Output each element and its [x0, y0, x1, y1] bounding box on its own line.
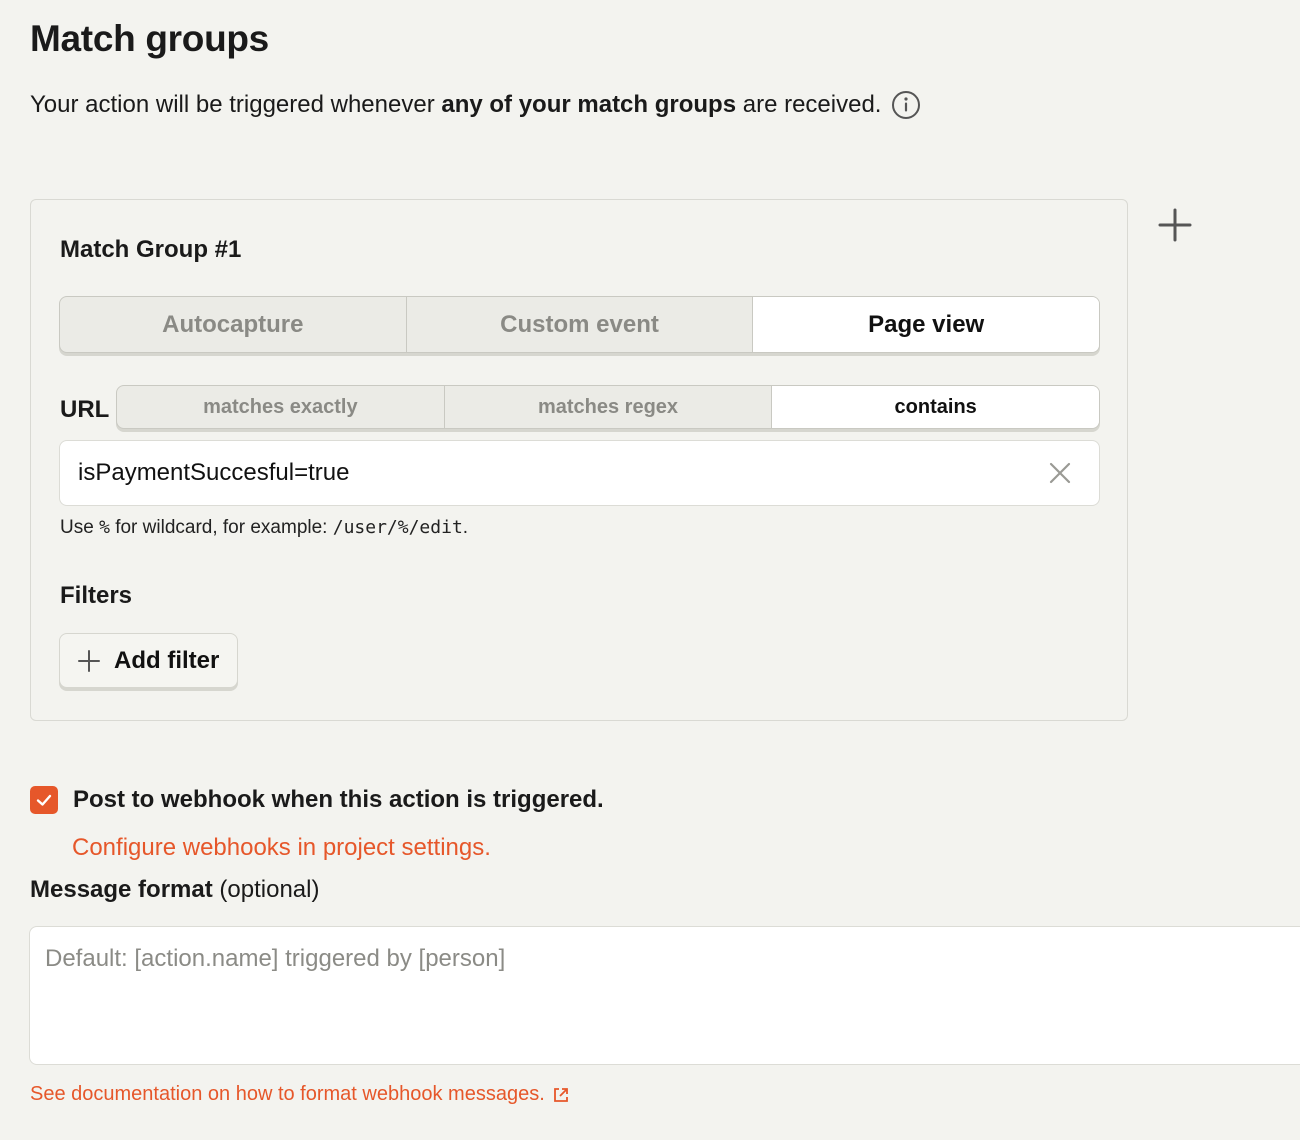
- event-type-custom-event[interactable]: Custom event: [407, 297, 754, 352]
- page-title: Match groups: [30, 18, 269, 59]
- webhook-checkbox[interactable]: [30, 786, 58, 814]
- info-icon[interactable]: [891, 90, 921, 120]
- filters-label: Filters: [60, 582, 133, 609]
- event-type-selector: Autocapture Custom event Page view: [59, 296, 1100, 353]
- hint-example: /user/%/edit: [332, 517, 463, 538]
- url-match-regex[interactable]: matches regex: [445, 386, 773, 428]
- url-match-contains[interactable]: contains: [772, 386, 1099, 428]
- plus-icon: [78, 649, 100, 672]
- check-icon: [36, 794, 52, 806]
- url-match-exactly[interactable]: matches exactly: [117, 386, 445, 428]
- match-group-title: Match Group #1: [60, 236, 242, 263]
- page: Match groups Your action will be trigger…: [0, 0, 1300, 1140]
- hint-mid: for wildcard, for example:: [109, 517, 333, 538]
- match-group-card: Match Group #1 Autocapture Custom event …: [30, 199, 1128, 721]
- url-match-type-selector: matches exactly matches regex contains: [116, 385, 1100, 429]
- webhook-docs-link[interactable]: See documentation on how to format webho…: [30, 1083, 570, 1106]
- event-type-page-view[interactable]: Page view: [753, 297, 1099, 352]
- message-format-label: Message format (optional): [30, 876, 319, 904]
- hint-pre: Use: [60, 517, 100, 538]
- message-format-title: Message format: [30, 876, 213, 903]
- add-filter-label: Add filter: [114, 646, 220, 674]
- message-format-textarea[interactable]: Default: [action.name] triggered by [per…: [29, 926, 1300, 1065]
- message-format-optional: (optional): [212, 876, 320, 903]
- close-icon[interactable]: [1047, 460, 1073, 486]
- webhook-checkbox-label[interactable]: Post to webhook when this action is trig…: [73, 786, 604, 814]
- url-input-value[interactable]: isPaymentSuccesful=true: [78, 459, 1047, 487]
- hint-wildcard: %: [99, 517, 110, 538]
- configure-webhooks-link[interactable]: Configure webhooks in project settings.: [72, 834, 491, 862]
- url-label: URL: [60, 396, 110, 423]
- hint-post: .: [462, 517, 469, 538]
- subtitle-text-post: are received.: [736, 91, 882, 118]
- message-format-placeholder: Default: [action.name] triggered by [per…: [45, 945, 506, 972]
- add-filter-button[interactable]: Add filter: [59, 633, 238, 688]
- webhook-checkbox-row[interactable]: Post to webhook when this action is trig…: [30, 786, 604, 814]
- webhook-docs-link-label[interactable]: See documentation on how to format webho…: [30, 1083, 545, 1106]
- subtitle-text-bold: any of your match groups: [441, 91, 737, 118]
- subtitle-text-pre: Your action will be triggered whenever: [30, 91, 442, 118]
- external-link-icon: [552, 1086, 570, 1104]
- event-type-autocapture[interactable]: Autocapture: [60, 297, 407, 352]
- add-match-group-plus-icon[interactable]: [1158, 208, 1192, 242]
- page-subtitle: Your action will be triggered whenever a…: [30, 90, 921, 120]
- url-wildcard-hint: Use % for wildcard, for example: /user/%…: [60, 517, 468, 539]
- url-input[interactable]: isPaymentSuccesful=true: [59, 440, 1100, 506]
